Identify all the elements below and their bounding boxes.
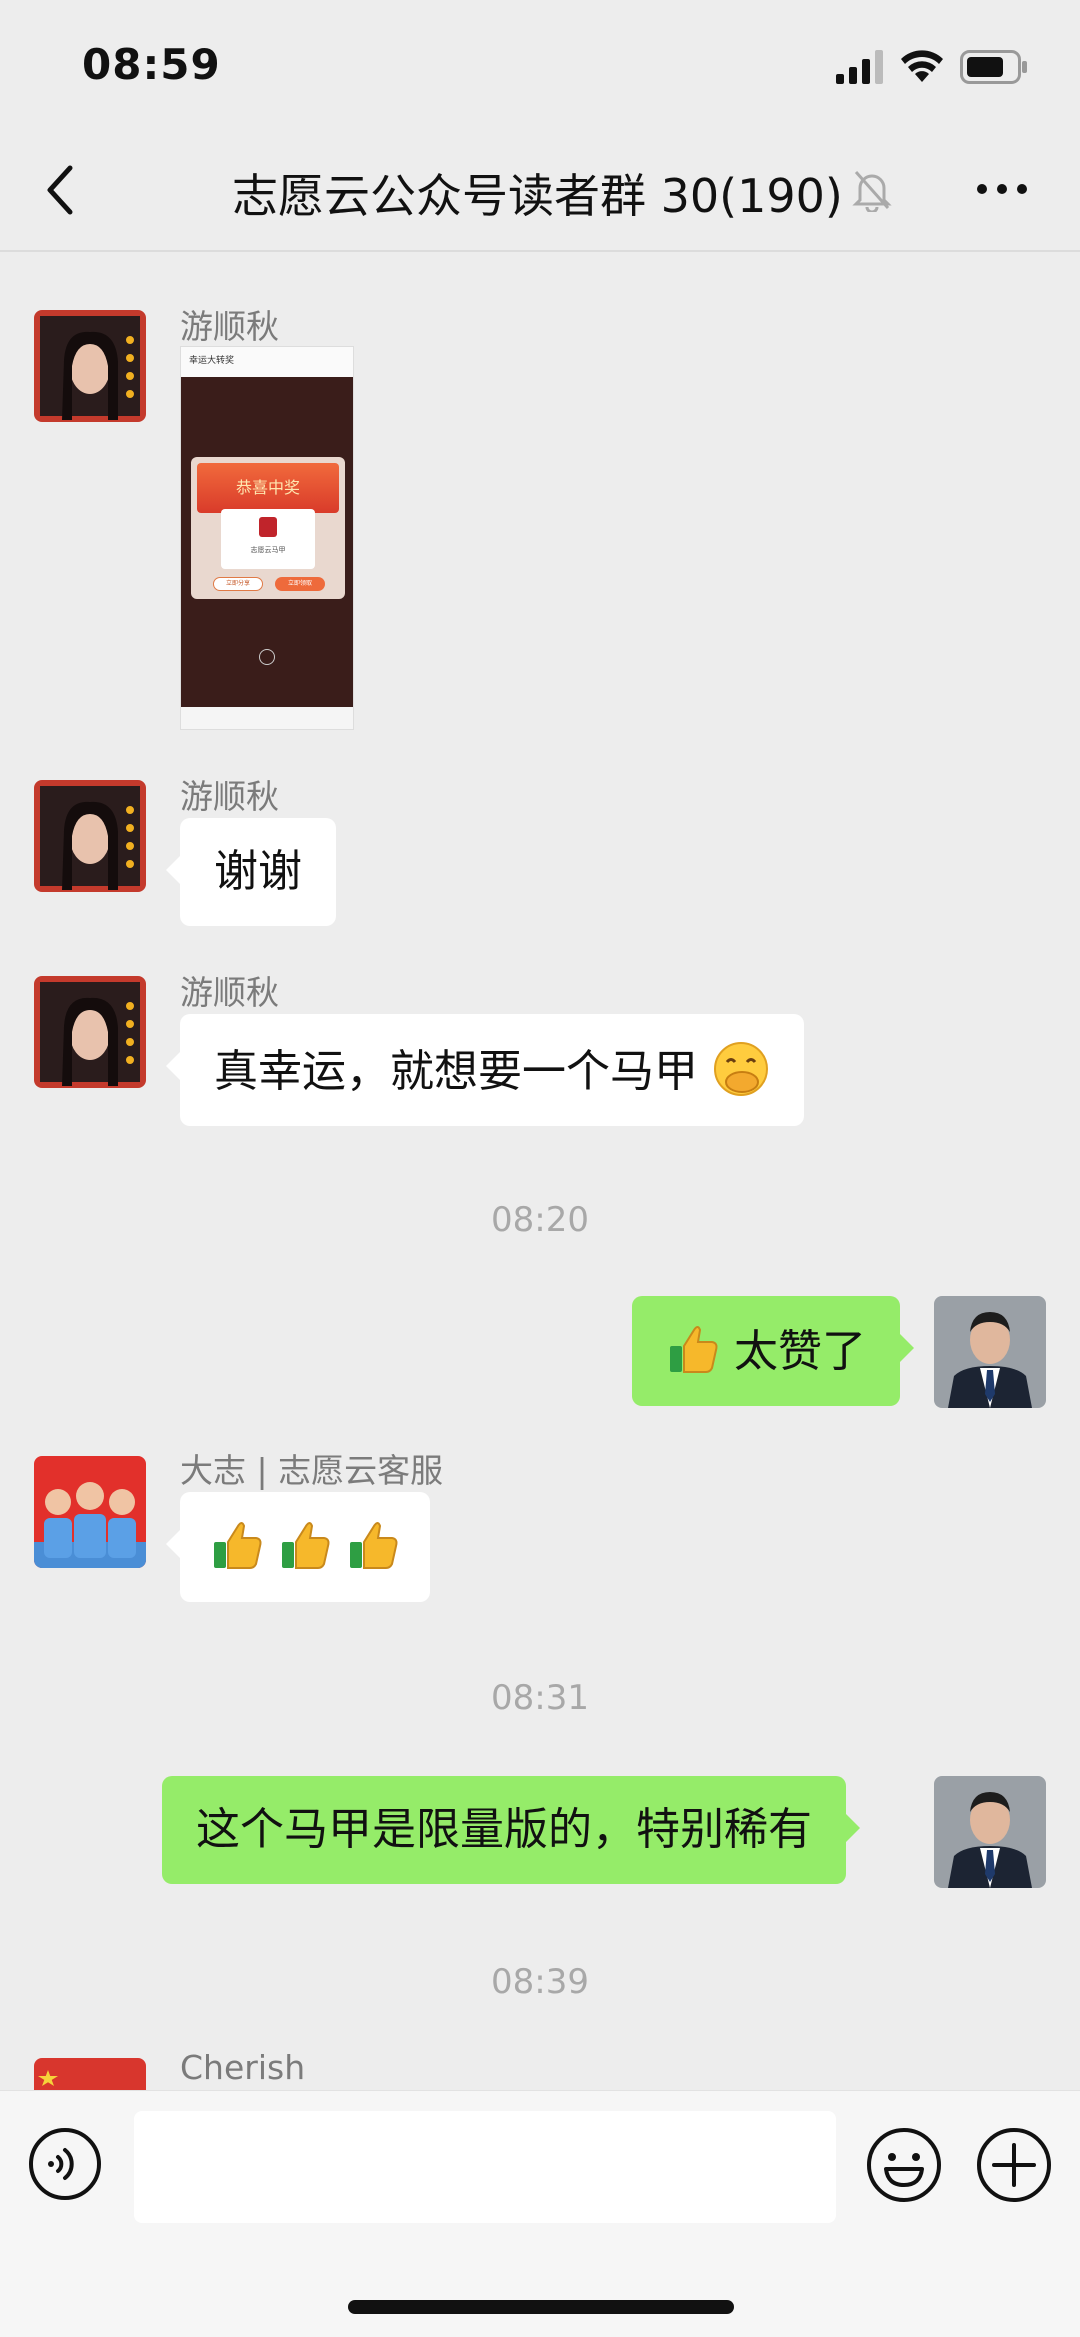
message-text: 谢谢 bbox=[214, 846, 302, 897]
close-icon bbox=[259, 649, 275, 665]
add-icon[interactable] bbox=[976, 2127, 1052, 2203]
status-time: 08:59 bbox=[82, 40, 221, 89]
message-bubble[interactable] bbox=[166, 1492, 430, 1602]
image-body: 恭喜中奖 志愿云马甲 立即分享 立即领取 bbox=[181, 377, 353, 707]
timestamp: 08:20 bbox=[491, 1200, 589, 1240]
message-text: 这个马甲是限量版的，特别稀有 bbox=[196, 1804, 812, 1855]
my-avatar[interactable] bbox=[934, 1776, 1046, 1888]
avatar[interactable] bbox=[34, 976, 146, 1088]
chat-header: 志愿云公众号读者群 30(190) bbox=[0, 130, 1080, 252]
message-bubble[interactable]: 真幸运，就想要一个马甲 bbox=[166, 1014, 804, 1126]
face-with-hand-over-mouth-icon bbox=[714, 1042, 768, 1096]
sender-name: 游顺秋 bbox=[180, 973, 279, 1012]
wifi-icon bbox=[901, 50, 943, 82]
sender-name: 游顺秋 bbox=[180, 307, 279, 346]
home-indicator[interactable] bbox=[348, 2300, 734, 2314]
battery-icon bbox=[960, 50, 1027, 84]
thumbs-up-icon bbox=[214, 1522, 262, 1569]
emoji-icon[interactable] bbox=[866, 2127, 942, 2203]
prize-popup-title: 恭喜中奖 bbox=[197, 463, 339, 513]
thumbs-up-icon bbox=[282, 1522, 330, 1569]
thumbs-up-icon bbox=[670, 1326, 718, 1373]
vest-icon bbox=[259, 517, 277, 537]
claim-button-preview: 立即领取 bbox=[275, 577, 325, 591]
timestamp: 08:39 bbox=[491, 1962, 589, 2002]
image-footer bbox=[181, 707, 353, 729]
message-bubble[interactable]: 这个马甲是限量版的，特别稀有 bbox=[162, 1776, 860, 1884]
mute-icon bbox=[852, 171, 892, 212]
image-message[interactable]: 幸运大转奖 恭喜中奖 志愿云马甲 立即分享 立即领取 bbox=[180, 346, 354, 730]
signal-icon bbox=[836, 50, 883, 84]
share-button-preview: 立即分享 bbox=[213, 577, 263, 591]
sender-name: 大志 | 志愿云客服 bbox=[180, 1451, 444, 1490]
message-input[interactable] bbox=[134, 2111, 836, 2223]
prize-card-text: 志愿云马甲 bbox=[250, 546, 286, 554]
prize-popup: 恭喜中奖 志愿云马甲 立即分享 立即领取 bbox=[191, 457, 345, 599]
avatar[interactable] bbox=[34, 310, 146, 422]
back-icon[interactable] bbox=[40, 160, 84, 220]
avatar[interactable] bbox=[34, 780, 146, 892]
more-icon[interactable] bbox=[972, 174, 1032, 204]
prize-card: 志愿云马甲 bbox=[221, 509, 315, 569]
message-bubble[interactable]: 太赞了 bbox=[632, 1296, 914, 1406]
timestamp: 08:31 bbox=[491, 1678, 589, 1718]
sender-name: Cherish bbox=[180, 2048, 306, 2087]
avatar[interactable] bbox=[34, 2058, 146, 2090]
chat-title: 志愿云公众号读者群 30(190) bbox=[232, 169, 843, 223]
my-avatar[interactable] bbox=[934, 1296, 1046, 1408]
message-text: 太赞了 bbox=[734, 1326, 866, 1377]
message-text: 真幸运，就想要一个马甲 bbox=[214, 1046, 698, 1097]
voice-icon[interactable] bbox=[28, 2127, 102, 2201]
avatar[interactable] bbox=[34, 1456, 146, 1568]
message-bubble[interactable]: 谢谢 bbox=[166, 818, 336, 926]
sender-name: 游顺秋 bbox=[180, 777, 279, 816]
thumbs-up-icon bbox=[350, 1522, 398, 1569]
image-header-text: 幸运大转奖 bbox=[181, 347, 353, 377]
status-bar: 08:59 bbox=[0, 0, 1080, 130]
